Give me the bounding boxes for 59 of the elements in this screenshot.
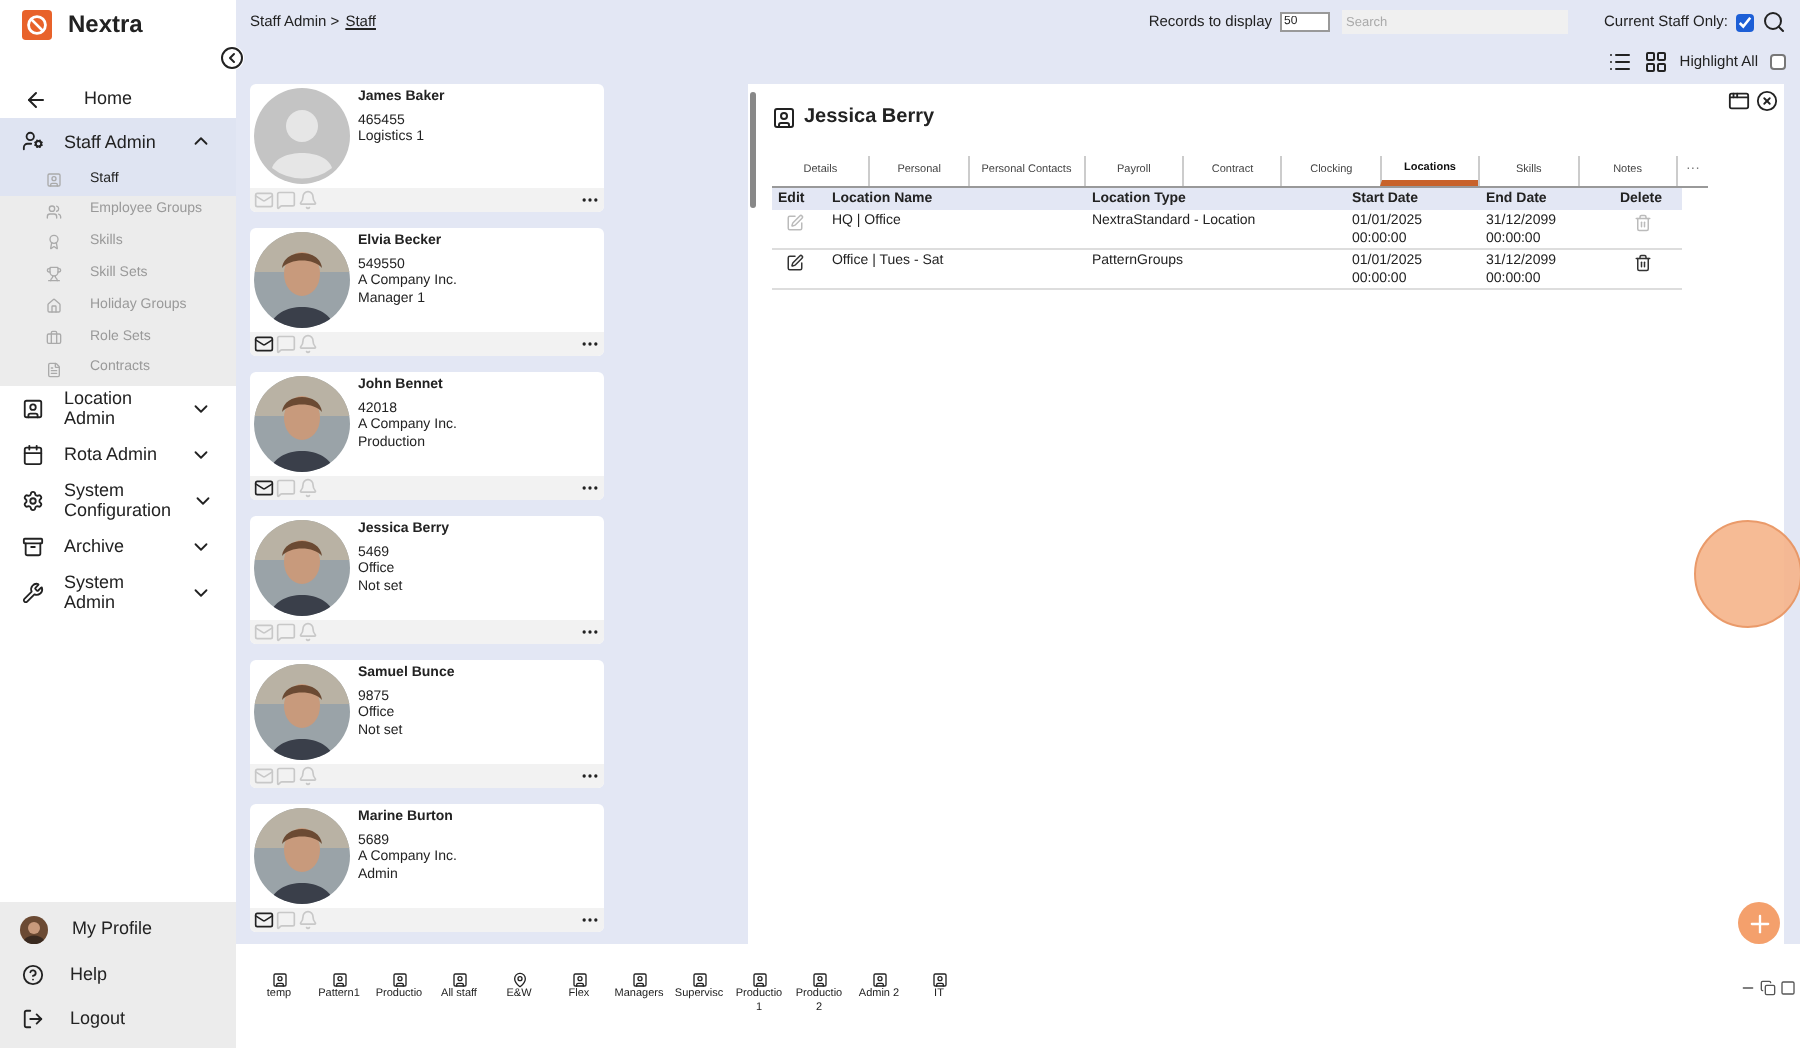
scrollbar-thumb[interactable] [750, 92, 756, 208]
maximize-icon[interactable] [1780, 980, 1796, 996]
person-icon [331, 972, 347, 988]
group-icon [22, 397, 44, 420]
person-icon [772, 105, 796, 129]
sidebar-group[interactable]: Location Admin [0, 385, 236, 432]
person-icon [691, 972, 707, 988]
menu-icon [46, 203, 62, 220]
edit-icon[interactable] [786, 254, 804, 272]
sidebar-group[interactable]: Archive [0, 523, 236, 570]
person-icon [751, 972, 767, 988]
menu-icon [46, 298, 62, 315]
group-icon [22, 489, 44, 512]
brand-name: Nextra [68, 8, 143, 42]
back-arrow-icon [24, 87, 48, 111]
restore-icon[interactable] [1760, 980, 1776, 996]
group-icon [22, 535, 44, 558]
email-icon[interactable] [254, 478, 274, 498]
group-icon [22, 130, 44, 152]
logout-icon [22, 1008, 44, 1031]
plus-icon [1745, 909, 1773, 937]
menu-icon [46, 171, 62, 188]
delete-icon[interactable] [1633, 254, 1652, 272]
help-icon [22, 963, 44, 986]
person-icon [631, 972, 647, 988]
person-icon [571, 972, 587, 988]
sidebar-footer-item[interactable]: My Profile [0, 907, 236, 952]
highlight-checkbox[interactable] [1770, 54, 1786, 70]
sidebar-group[interactable]: Staff Admin [0, 118, 236, 164]
search-icon[interactable] [1762, 10, 1786, 34]
avatar-placeholder-icon [254, 88, 350, 184]
group-icon [22, 581, 44, 604]
person-icon [931, 972, 947, 988]
person-icon [271, 972, 287, 988]
location-pin-icon [511, 972, 527, 988]
person-icon [451, 972, 467, 988]
group-icon [22, 443, 44, 466]
brand-logo-icon [22, 9, 52, 39]
menu-icon [46, 329, 62, 346]
menu-icon [46, 234, 62, 251]
email-icon[interactable] [254, 910, 274, 930]
window-icon[interactable] [1728, 90, 1750, 112]
sidebar-group[interactable]: System Configuration [0, 477, 236, 524]
menu-icon [46, 361, 62, 378]
current-staff-checkbox[interactable] [1736, 13, 1754, 31]
sidebar-footer-item[interactable]: Logout [0, 997, 236, 1042]
sidebar-item[interactable]: Home [0, 80, 236, 118]
person-icon [391, 972, 407, 988]
sidebar-footer-item[interactable]: Help [0, 952, 236, 997]
grid-view-icon[interactable] [1643, 50, 1668, 74]
person-icon [811, 972, 827, 988]
person-icon [871, 972, 887, 988]
sidebar-group[interactable]: Rota Admin [0, 431, 236, 478]
close-icon[interactable] [1756, 90, 1778, 112]
detail-title: Jessica Berry [804, 104, 935, 132]
menu-icon [46, 266, 62, 283]
collapse-sidebar-icon[interactable] [220, 46, 244, 70]
email-icon[interactable] [254, 334, 274, 354]
sidebar-group[interactable]: System Admin [0, 569, 236, 616]
